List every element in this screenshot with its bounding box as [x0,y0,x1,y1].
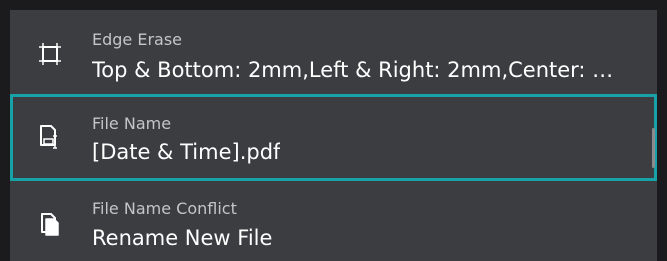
setting-row-file-name-conflict[interactable]: File Name Conflict Rename New File [10,185,657,261]
setting-value: [Date & Time].pdf [92,140,281,164]
setting-value: Rename New File [92,226,273,250]
setting-title: File Name Conflict [92,199,237,218]
scrollbar[interactable] [652,128,655,168]
file-name-icon [37,124,63,150]
settings-list: Edge Erase Top & Bottom: 2mm,Left & Righ… [10,10,657,261]
file-name-conflict-icon [37,211,63,237]
setting-row-file-name[interactable]: File Name [Date & Time].pdf [10,94,657,181]
setting-title: File Name [92,114,172,133]
setting-row-edge-erase[interactable]: Edge Erase Top & Bottom: 2mm,Left & Righ… [10,10,657,94]
edge-erase-icon [37,41,63,67]
screen-frame: Edge Erase Top & Bottom: 2mm,Left & Righ… [0,0,667,261]
setting-title: Edge Erase [92,30,183,49]
setting-value: Top & Bottom: 2mm,Left & Right: 2mm,Cent… [92,58,614,82]
